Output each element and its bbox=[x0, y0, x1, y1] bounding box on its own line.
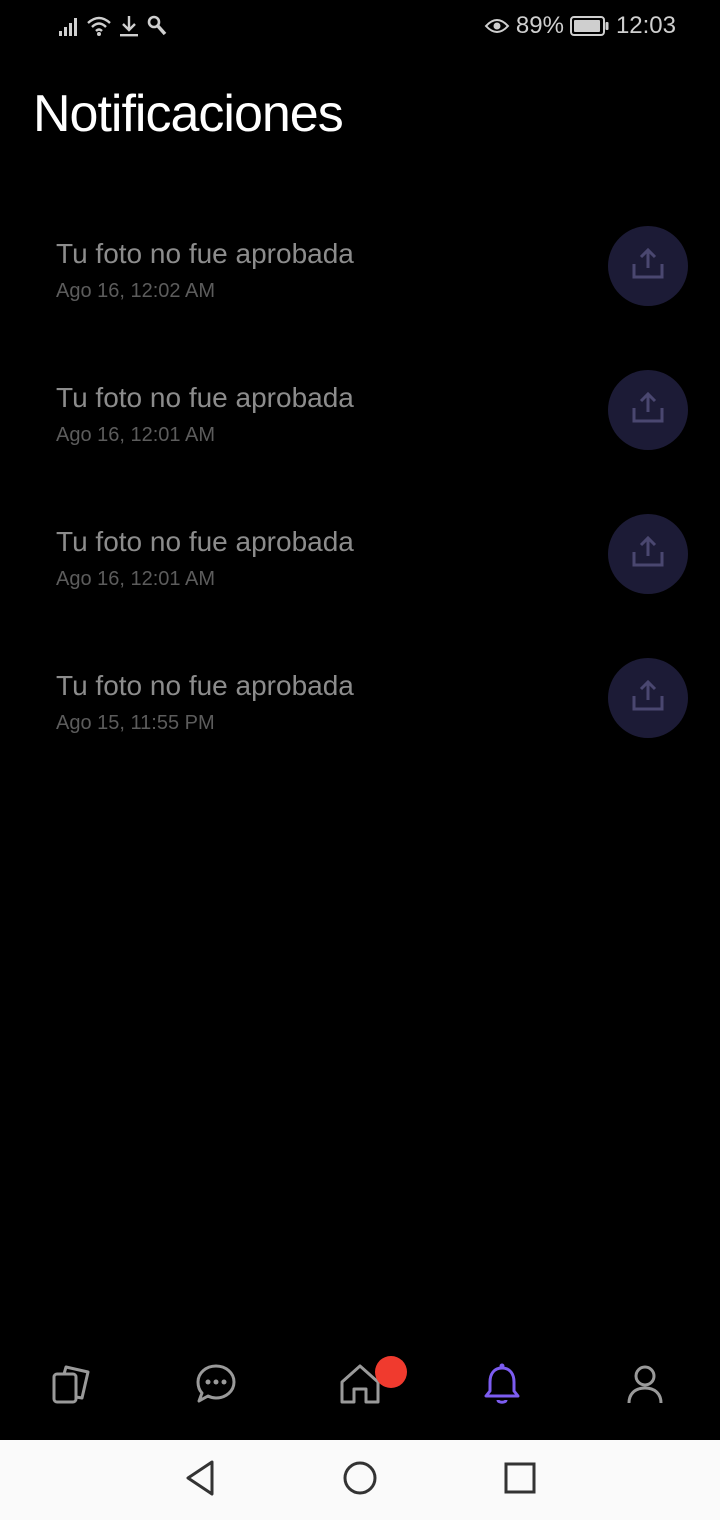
download-icon bbox=[118, 14, 140, 38]
cards-icon bbox=[50, 1362, 94, 1411]
nav-item-cards[interactable] bbox=[42, 1356, 102, 1416]
status-right: 89% 12:03 bbox=[484, 12, 676, 40]
nav-item-profile[interactable] bbox=[615, 1356, 675, 1416]
recents-icon bbox=[500, 1458, 540, 1503]
upload-button[interactable] bbox=[608, 370, 688, 450]
notification-time: Ago 16, 12:01 AM bbox=[56, 568, 216, 590]
battery-percent: 89% bbox=[515, 12, 564, 39]
notification-time: Ago 15, 11:55 PM bbox=[56, 712, 215, 734]
wifi-icon bbox=[86, 15, 112, 37]
upload-icon bbox=[630, 390, 666, 431]
status-bar: 89% 12:03 bbox=[0, 0, 720, 56]
bottom-nav bbox=[0, 1330, 720, 1440]
nav-item-chat[interactable] bbox=[186, 1356, 246, 1416]
status-left bbox=[58, 14, 168, 38]
wrench-icon bbox=[146, 14, 168, 38]
back-icon bbox=[182, 1458, 218, 1503]
battery-icon bbox=[569, 15, 610, 37]
notification-item[interactable]: Tu foto no fue aprobada Ago 15, 11:55 PM bbox=[0, 642, 720, 786]
notification-item[interactable]: Tu foto no fue aprobada Ago 16, 12:01 AM bbox=[0, 354, 720, 498]
upload-button[interactable] bbox=[608, 658, 688, 738]
upload-button[interactable] bbox=[608, 514, 688, 594]
system-recents-button[interactable] bbox=[500, 1460, 540, 1500]
home-circle-icon bbox=[340, 1458, 380, 1503]
eye-comfort-icon bbox=[484, 16, 510, 36]
notification-list: Tu foto no fue aprobada Ago 16, 12:02 AM… bbox=[0, 210, 720, 786]
nav-item-notifications[interactable] bbox=[472, 1356, 532, 1416]
system-nav-bar bbox=[0, 1440, 720, 1520]
upload-button[interactable] bbox=[608, 226, 688, 306]
notification-item[interactable]: Tu foto no fue aprobada Ago 16, 12:02 AM bbox=[0, 210, 720, 354]
notification-item[interactable]: Tu foto no fue aprobada Ago 16, 12:01 AM bbox=[0, 498, 720, 642]
notification-title: Tu foto no fue aprobada bbox=[56, 526, 354, 557]
upload-icon bbox=[630, 678, 666, 719]
notification-title: Tu foto no fue aprobada bbox=[56, 238, 354, 269]
chat-icon bbox=[194, 1362, 238, 1411]
notification-time: Ago 16, 12:01 AM bbox=[56, 424, 216, 446]
bell-icon bbox=[480, 1362, 524, 1411]
notification-title: Tu foto no fue aprobada bbox=[56, 382, 354, 413]
notification-time: Ago 16, 12:02 AM bbox=[56, 280, 216, 302]
upload-icon bbox=[630, 534, 666, 575]
system-home-button[interactable] bbox=[340, 1460, 380, 1500]
notification-title: Tu foto no fue aprobada bbox=[56, 670, 354, 701]
system-back-button[interactable] bbox=[180, 1460, 220, 1500]
home-badge bbox=[375, 1356, 407, 1388]
upload-icon bbox=[630, 246, 666, 287]
signal-icon bbox=[58, 15, 80, 37]
page-title: Notificaciones bbox=[33, 85, 344, 143]
profile-icon bbox=[623, 1362, 667, 1411]
clock: 12:03 bbox=[615, 12, 676, 39]
